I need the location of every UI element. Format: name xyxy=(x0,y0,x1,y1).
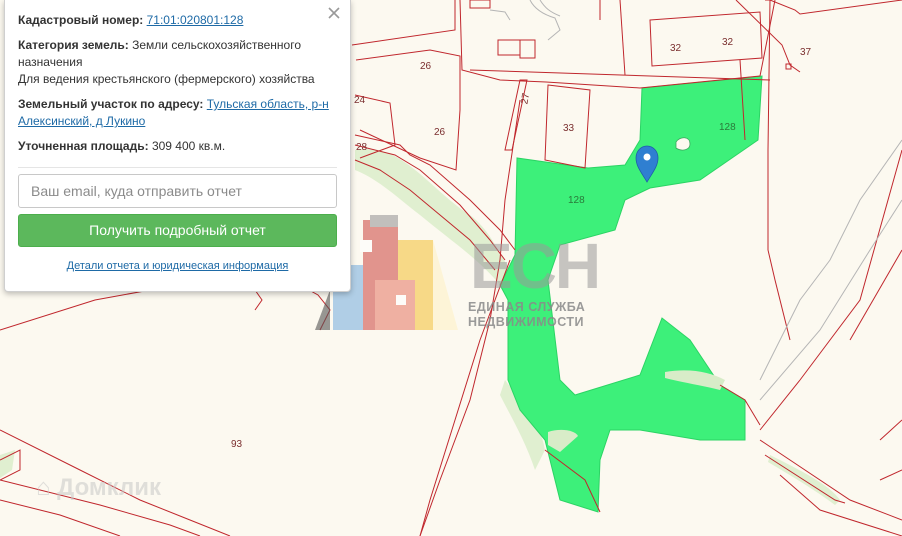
plot-label: 33 xyxy=(563,123,575,134)
close-icon[interactable] xyxy=(326,5,342,21)
plot-label: 128 xyxy=(719,122,736,133)
plot-label: 93 xyxy=(231,439,243,450)
report-details-link[interactable]: Детали отчета и юридическая информация xyxy=(18,260,337,272)
area-row: Уточненная площадь: 309 400 кв.м. xyxy=(18,138,337,155)
esn-watermark-subtitle: ЕДИНАЯ СЛУЖБА НЕДВИЖИМОСТИ xyxy=(468,300,585,330)
plot-label: 37 xyxy=(800,47,812,58)
domclick-label: Домклик xyxy=(57,474,161,501)
plot-label: 24 xyxy=(354,95,366,106)
plot-hole xyxy=(675,137,691,151)
plot-label: 26 xyxy=(420,61,432,72)
area-value: 309 400 кв.м. xyxy=(151,139,226,153)
plot-label: 128 xyxy=(568,195,585,206)
area-label: Уточненная площадь: xyxy=(18,139,149,153)
esn-watermark-line: ЕДИНАЯ СЛУЖБА xyxy=(468,300,586,314)
divider xyxy=(18,167,337,168)
cadastral-row: Кадастровый номер: 71:01:020801:128 xyxy=(18,12,337,29)
plot-label: 26 xyxy=(434,127,446,138)
esn-watermark-title: ЕСН xyxy=(470,230,601,302)
category-label: Категория земель: xyxy=(18,38,129,52)
get-report-button[interactable]: Получить подробный отчет xyxy=(18,214,337,247)
plot-info-popup: Кадастровый номер: 71:01:020801:128 Кате… xyxy=(4,0,351,292)
category-row: Категория земель: Земли сельскохозяйстве… xyxy=(18,37,337,88)
address-label: Земельный участок по адресу: xyxy=(18,97,204,111)
cadastral-number-link[interactable]: 71:01:020801:128 xyxy=(147,13,244,27)
plot-label: 32 xyxy=(722,37,734,48)
plot-label: 28 xyxy=(356,142,368,153)
cadastral-label: Кадастровый номер: xyxy=(18,13,144,27)
domclick-icon: ⌂ xyxy=(36,474,51,501)
email-input[interactable] xyxy=(18,174,337,208)
plot-label: 32 xyxy=(670,43,682,54)
address-row: Земельный участок по адресу: Тульская об… xyxy=(18,96,337,130)
esn-watermark-line: НЕДВИЖИМОСТИ xyxy=(468,315,585,329)
domclick-watermark: ⌂ Домклик xyxy=(36,474,161,502)
plot-label: 27 xyxy=(519,92,532,105)
usage-value: Для ведения крестьянского (фермерского) … xyxy=(18,72,315,86)
